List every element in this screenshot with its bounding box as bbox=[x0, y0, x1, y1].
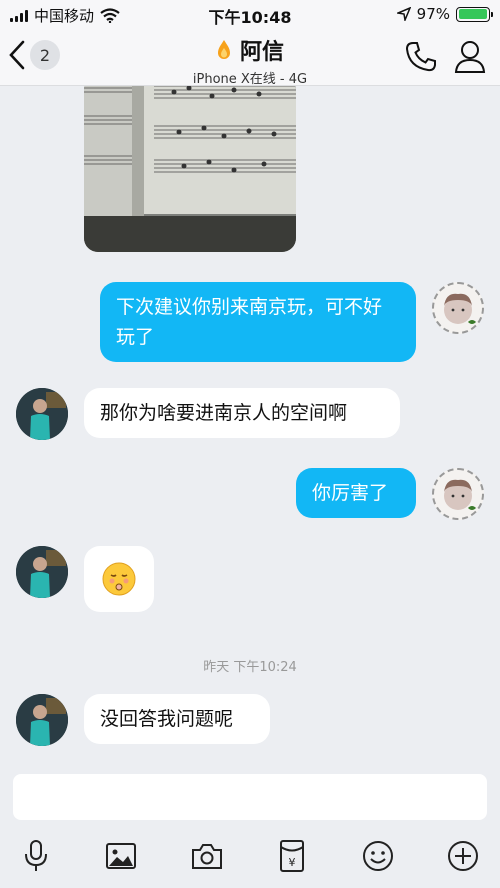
call-button[interactable] bbox=[404, 40, 438, 78]
message-text: 下次建议你别来南京玩，可不好玩了 bbox=[116, 296, 383, 348]
camera-icon bbox=[192, 844, 222, 869]
red-packet-icon: ¥ bbox=[280, 840, 304, 872]
avatar-friend[interactable] bbox=[16, 546, 68, 598]
plus-icon bbox=[448, 841, 478, 871]
more-button[interactable] bbox=[443, 836, 483, 876]
avatar-me[interactable] bbox=[432, 282, 484, 334]
message-text: 那你为啥要进南京人的空间啊 bbox=[100, 402, 348, 424]
chat-area[interactable]: 下次建议你别来南京玩，可不好玩了 那你为啥要进南京人的空间啊 你厉害了 昨天 下… bbox=[0, 86, 500, 768]
message-timestamp: 昨天 下午10:24 bbox=[203, 660, 297, 675]
message-bubble-received[interactable]: 那你为啥要进南京人的空间啊 bbox=[84, 388, 400, 438]
avatar-friend[interactable] bbox=[16, 694, 68, 746]
flame-icon bbox=[217, 40, 230, 59]
camera-button[interactable] bbox=[187, 836, 227, 876]
red-packet-button[interactable]: ¥ bbox=[272, 836, 312, 876]
contact-name: 阿信 bbox=[239, 40, 284, 65]
person-icon bbox=[454, 41, 486, 73]
svg-text:¥: ¥ bbox=[289, 856, 296, 869]
battery-icon bbox=[456, 6, 493, 22]
message-bubble-sent[interactable]: 你厉害了 bbox=[296, 468, 416, 518]
input-toolbar: ¥ bbox=[0, 826, 500, 888]
battery-percent: 97% bbox=[416, 5, 450, 23]
microphone-icon bbox=[25, 840, 47, 871]
message-text: 没回答我问题呢 bbox=[100, 708, 234, 730]
voice-button[interactable] bbox=[16, 836, 56, 876]
friend-avatar-image bbox=[16, 388, 68, 440]
image-button[interactable] bbox=[101, 836, 141, 876]
location-arrow-icon bbox=[396, 7, 411, 21]
user-avatar-image bbox=[444, 479, 476, 510]
emoji-icon bbox=[363, 841, 393, 871]
message-bubble-received[interactable]: 没回答我问题呢 bbox=[84, 694, 270, 744]
avatar-me[interactable] bbox=[432, 468, 484, 520]
pensive-face-emoji-icon bbox=[102, 562, 136, 596]
avatar-friend[interactable] bbox=[16, 388, 68, 440]
status-bar: 中国移动 下午10:48 97% bbox=[0, 0, 500, 28]
sheet-music-image bbox=[84, 86, 296, 252]
phone-icon bbox=[405, 42, 436, 72]
user-avatar-image bbox=[444, 293, 476, 324]
message-text: 你厉害了 bbox=[312, 482, 389, 504]
friend-avatar-image bbox=[16, 546, 68, 598]
emoji-button[interactable] bbox=[358, 836, 398, 876]
friend-avatar-image bbox=[16, 694, 68, 746]
image-icon bbox=[106, 843, 136, 869]
photo-message[interactable] bbox=[84, 86, 296, 252]
message-input[interactable] bbox=[13, 774, 487, 820]
nav-bar: 2 阿信 iPhone X在线 - 4G bbox=[0, 28, 500, 87]
profile-button[interactable] bbox=[454, 40, 486, 78]
message-bubble-sent[interactable]: 下次建议你别来南京玩，可不好玩了 bbox=[100, 282, 416, 362]
message-bubble-received[interactable] bbox=[84, 546, 154, 612]
